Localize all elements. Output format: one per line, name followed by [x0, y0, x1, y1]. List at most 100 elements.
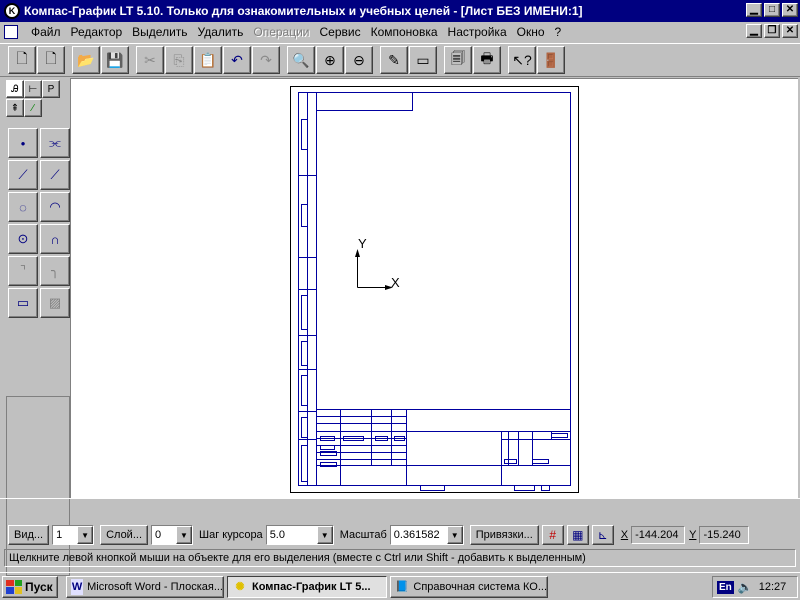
- menu-delete[interactable]: Удалить: [193, 25, 249, 39]
- copy-button[interactable]: ⎘: [165, 46, 193, 74]
- main-toolbar: 🗋 🗋 📂 💾 ✂ ⎘ 📋 ↶ ↷ 🔍 ⊕ ⊖ ✎ ▭ 🗐 🖶 ↖? 🚪: [0, 43, 800, 77]
- redraw-button[interactable]: ✎: [380, 46, 408, 74]
- minimize-button[interactable]: ▁: [746, 3, 762, 17]
- language-indicator[interactable]: En: [717, 580, 734, 594]
- menu-window[interactable]: Окно: [512, 25, 550, 39]
- tab-geometry[interactable]: Ꭿ: [6, 80, 24, 98]
- menu-operations[interactable]: Операции: [248, 25, 314, 39]
- task-help-system[interactable]: 📘 Справочная система КО...: [390, 575, 548, 598]
- show-all-button[interactable]: ▭: [409, 46, 437, 74]
- chevron-down-icon[interactable]: ▼: [176, 526, 192, 544]
- x-coord-label: X: [620, 529, 629, 541]
- bezier-icon: ∩: [50, 231, 60, 247]
- menu-layout[interactable]: Компоновка: [366, 25, 443, 39]
- circle-tool[interactable]: ◌: [8, 192, 38, 222]
- title-bar[interactable]: K Компас-График LT 5.10. Только для озна…: [0, 0, 800, 22]
- undo-button[interactable]: ↶: [223, 46, 251, 74]
- layer-button[interactable]: Слой...: [100, 525, 148, 545]
- cursor-step-select[interactable]: 5.0 ▼: [265, 525, 334, 545]
- menu-service[interactable]: Сервис: [315, 25, 366, 39]
- zoom-out-icon: ⊖: [353, 51, 365, 68]
- rectangle-tool[interactable]: ▭: [8, 288, 38, 318]
- speaker-icon[interactable]: 🔈: [738, 580, 753, 594]
- task-word[interactable]: W Microsoft Word - Плоская...: [66, 575, 224, 598]
- start-button[interactable]: Пуск: [2, 575, 58, 598]
- chevron-down-icon[interactable]: ▼: [316, 526, 333, 544]
- redo-button[interactable]: ↷: [252, 46, 280, 74]
- doc-minimize-button[interactable]: ▁: [746, 24, 762, 38]
- ortho-icon: ⊾: [597, 528, 608, 542]
- hatch-tool[interactable]: ▨: [40, 288, 70, 318]
- view-button[interactable]: Вид...: [8, 525, 50, 545]
- fillet-tool[interactable]: ╮: [40, 256, 70, 286]
- circle-icon: ◌: [19, 199, 27, 215]
- context-help-button[interactable]: ↖?: [508, 46, 536, 74]
- x-coordinate[interactable]: -144.204: [631, 526, 686, 544]
- print-preview-icon: 🗐: [451, 50, 465, 66]
- auxiliary-line-tool[interactable]: ⫘: [40, 128, 70, 158]
- save-button[interactable]: 💾: [101, 46, 129, 74]
- menu-settings[interactable]: Настройка: [443, 25, 512, 39]
- menu-file[interactable]: Файл: [26, 25, 66, 39]
- segment-tool[interactable]: ⟋: [8, 160, 38, 190]
- chamfer-icon: ⌝: [19, 263, 27, 278]
- grid-lines-button[interactable]: ▦: [566, 525, 589, 545]
- maximize-button[interactable]: □: [764, 3, 780, 17]
- y-coordinate[interactable]: -15.240: [699, 526, 750, 544]
- window-title: Компас-График LT 5.10. Только для ознако…: [24, 4, 583, 18]
- paste-button[interactable]: 📋: [194, 46, 222, 74]
- hatch-icon: ▨: [48, 295, 62, 310]
- menu-editor[interactable]: Редактор: [66, 25, 128, 39]
- zoom-window-button[interactable]: 🔍: [287, 46, 315, 74]
- word-icon: W: [71, 578, 84, 595]
- tool-panel: Ꭿ ⊢ P ⇞ ∕ • ⫘ ⟋ ⟋ ◌ ◠ ⊙ ∩ ⌝ ╮ ▭ ▨: [2, 78, 70, 576]
- start-label: Пуск: [25, 579, 53, 594]
- print-button[interactable]: 🖶: [473, 46, 501, 74]
- printer-icon: 🖶: [480, 50, 494, 66]
- arc-tool[interactable]: ◠: [40, 192, 70, 222]
- point-tool[interactable]: •: [8, 128, 38, 158]
- chevron-down-icon[interactable]: ▼: [446, 526, 463, 544]
- sheet-frame: [298, 92, 571, 486]
- chamfer-tool[interactable]: ⌝: [8, 256, 38, 286]
- exit-button[interactable]: 🚪: [537, 46, 565, 74]
- cursor-step-value: 5.0: [269, 529, 285, 541]
- task-kompas[interactable]: ✺ Компас-График LT 5...: [227, 575, 387, 598]
- task-help-label: Справочная система КО...: [413, 580, 547, 593]
- document-icon[interactable]: [4, 25, 18, 39]
- line-tool[interactable]: ⟋: [40, 160, 70, 190]
- snaps-button[interactable]: Привязки...: [469, 525, 539, 545]
- zoom-in-button[interactable]: ⊕: [316, 46, 344, 74]
- scale-label: Масштаб: [339, 529, 387, 541]
- menu-help[interactable]: ?: [550, 25, 567, 39]
- redo-icon: ↷: [260, 51, 272, 68]
- doc-close-button[interactable]: ✕: [782, 24, 798, 38]
- chevron-down-icon[interactable]: ▼: [77, 526, 94, 544]
- orthogonal-button[interactable]: ⊾: [591, 525, 614, 545]
- tab-editing[interactable]: ⇞: [6, 99, 24, 117]
- ellipse-tool[interactable]: ⊙: [8, 224, 38, 254]
- scale-select[interactable]: 0.361582 ▼: [389, 525, 464, 545]
- zoom-out-button[interactable]: ⊖: [345, 46, 373, 74]
- doc-restore-button[interactable]: ❐: [764, 24, 780, 38]
- drawing-canvas[interactable]: Y X: [70, 78, 798, 498]
- tab-dimensions[interactable]: ⊢: [24, 80, 42, 98]
- cut-button[interactable]: ✂: [136, 46, 164, 74]
- tab-measure[interactable]: ∕: [24, 99, 42, 117]
- tab-designations[interactable]: P: [42, 80, 60, 98]
- close-button[interactable]: ✕: [782, 3, 798, 17]
- open-button[interactable]: 📂: [72, 46, 100, 74]
- new-document-button[interactable]: 🗋: [8, 46, 36, 74]
- pencil-icon: ✎: [388, 51, 400, 68]
- clock[interactable]: 12:27: [759, 581, 787, 593]
- open-folder-icon: 📂: [77, 51, 95, 68]
- new-sheet-button[interactable]: 🗋: [37, 46, 65, 74]
- bezier-tool[interactable]: ∩: [40, 224, 70, 254]
- layer-select[interactable]: 0 ▼: [151, 525, 193, 545]
- print-preview-button[interactable]: 🗐: [444, 46, 472, 74]
- rectangle-icon: ▭: [16, 295, 30, 310]
- view-select[interactable]: 1 ▼: [52, 525, 95, 545]
- grid-toggle-button[interactable]: #: [541, 525, 564, 545]
- menu-select[interactable]: Выделить: [127, 25, 192, 39]
- kompas-app-icon[interactable]: K: [4, 3, 20, 19]
